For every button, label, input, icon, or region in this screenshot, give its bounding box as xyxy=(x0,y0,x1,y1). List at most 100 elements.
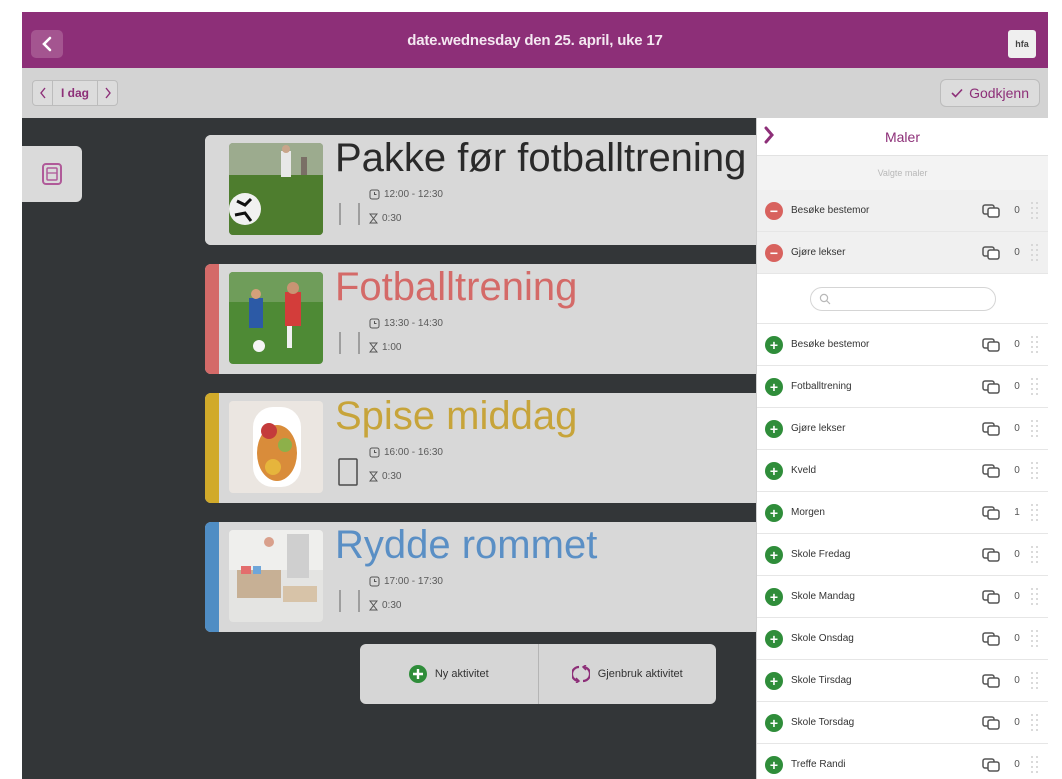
add-template-icon[interactable]: + xyxy=(765,629,783,648)
template-count: 0 xyxy=(1014,381,1020,392)
activity-duration: 0:30 xyxy=(369,213,401,224)
clock-icon xyxy=(369,576,380,587)
add-template-icon[interactable]: + xyxy=(765,671,783,690)
approve-label: Godkjenn xyxy=(969,85,1029,101)
templates-panel: Maler Valgte maler − Besøke bestemor 0− Gjø… xyxy=(756,118,1048,779)
activity-duration: 1:00 xyxy=(369,342,401,353)
template-row[interactable]: + Kveld 0 xyxy=(757,450,1048,492)
chevron-right-icon xyxy=(104,87,111,99)
template-row[interactable]: + Skole Fredag 0 xyxy=(757,534,1048,576)
color-stripe xyxy=(205,135,219,245)
drag-handle-icon[interactable] xyxy=(1030,586,1040,608)
remove-template-icon[interactable]: − xyxy=(765,243,783,262)
selected-templates-header: Valgte maler xyxy=(757,156,1048,190)
drag-handle-icon[interactable] xyxy=(1030,502,1040,524)
template-label: Skole Mandag xyxy=(791,591,855,602)
hourglass-icon xyxy=(369,342,378,353)
copy-icon xyxy=(982,463,1000,478)
activity-image xyxy=(229,401,323,493)
time-range: 17:00 - 17:30 xyxy=(384,576,443,587)
add-template-icon[interactable]: + xyxy=(765,503,783,522)
template-label: Treffe Randi xyxy=(791,759,846,770)
add-template-icon[interactable]: + xyxy=(765,377,783,396)
time-range: 12:00 - 12:30 xyxy=(384,189,443,200)
search-field[interactable] xyxy=(809,286,996,311)
template-search xyxy=(757,274,1048,324)
template-count: 0 xyxy=(1014,247,1020,258)
template-count: 1 xyxy=(1014,507,1020,518)
available-templates-list: + Besøke bestemor 0 + Fotballtrening 0 + Gjøre … xyxy=(757,324,1048,779)
add-template-icon[interactable]: + xyxy=(765,587,783,606)
drag-handle-icon[interactable] xyxy=(1030,544,1040,566)
time-range: 13:30 - 14:30 xyxy=(384,318,443,329)
hourglass-icon xyxy=(369,213,378,224)
template-row[interactable]: + Treffe Randi 0 xyxy=(757,744,1048,779)
add-template-icon[interactable]: + xyxy=(765,419,783,438)
add-template-icon[interactable]: + xyxy=(765,755,783,774)
activity-card[interactable]: Rydde rommet 17:00 - 17:30 0:30 xyxy=(205,522,765,632)
color-stripe xyxy=(205,522,219,632)
drag-handle-icon[interactable] xyxy=(1030,376,1040,398)
search-icon xyxy=(819,293,830,304)
template-row[interactable]: + Gjøre lekser 0 xyxy=(757,408,1048,450)
drag-handle-icon[interactable] xyxy=(1030,460,1040,482)
add-template-icon[interactable]: + xyxy=(765,461,783,480)
copy-icon xyxy=(982,631,1000,646)
drag-handle-icon[interactable] xyxy=(1030,334,1040,356)
chevron-left-icon xyxy=(39,87,46,99)
app-header: date.wednesday den 25. april, uke 17 hfa xyxy=(22,12,1048,68)
add-template-icon[interactable]: + xyxy=(765,713,783,732)
template-row[interactable]: + Skole Mandag 0 xyxy=(757,576,1048,618)
copy-icon xyxy=(982,203,1000,218)
activity-card[interactable]: Spise middag 16:00 - 16:30 0:30 xyxy=(205,393,765,503)
template-row[interactable]: + Besøke bestemor 0 xyxy=(757,324,1048,366)
reuse-activity-button[interactable]: Gjenbruk aktivitet xyxy=(537,644,717,704)
copy-icon xyxy=(982,245,1000,260)
back-button[interactable] xyxy=(31,30,63,58)
selected-template-row[interactable]: − Besøke bestemor 0 xyxy=(757,190,1048,232)
drag-handle-icon[interactable] xyxy=(1030,754,1040,776)
hourglass-icon xyxy=(369,600,378,611)
next-day-button[interactable] xyxy=(97,81,117,105)
today-button[interactable]: I dag xyxy=(53,81,97,105)
activity-list: Pakke før fotballtrening 12:00 - 12:30 0… xyxy=(22,118,765,779)
template-row[interactable]: + Skole Tirsdag 0 xyxy=(757,660,1048,702)
template-label: Gjøre lekser xyxy=(791,423,846,434)
drag-handle-icon[interactable] xyxy=(1030,418,1040,440)
drag-handle-icon[interactable] xyxy=(1030,242,1040,264)
reuse-icon xyxy=(571,665,590,683)
activity-title: Spise middag xyxy=(335,394,578,438)
template-row[interactable]: + Skole Onsdag 0 xyxy=(757,618,1048,660)
drag-handle-icon[interactable] xyxy=(1030,200,1040,222)
add-template-icon[interactable]: + xyxy=(765,545,783,564)
template-row[interactable]: + Fotballtrening 0 xyxy=(757,366,1048,408)
add-template-icon[interactable]: + xyxy=(765,335,783,354)
template-count: 0 xyxy=(1014,633,1020,644)
time-range: 16:00 - 16:30 xyxy=(384,447,443,458)
drag-handle-icon[interactable] xyxy=(1030,670,1040,692)
template-row[interactable]: + Morgen 1 xyxy=(757,492,1048,534)
selected-template-row[interactable]: − Gjøre lekser 0 xyxy=(757,232,1048,274)
drag-handle-icon[interactable] xyxy=(1030,628,1040,650)
activity-card[interactable]: Fotballtrening 13:30 - 14:30 1:00 xyxy=(205,264,765,374)
template-row[interactable]: + Skole Torsdag 0 xyxy=(757,702,1048,744)
user-badge[interactable]: hfa xyxy=(1008,30,1036,58)
duration-value: 1:00 xyxy=(382,342,402,353)
activity-time: 16:00 - 16:30 xyxy=(369,447,443,458)
copy-icon xyxy=(982,673,1000,688)
activity-actions: Ny aktivitet Gjenbruk aktivitet xyxy=(360,644,716,704)
search-input[interactable] xyxy=(832,289,983,308)
activity-image xyxy=(229,143,323,235)
drag-handle-icon[interactable] xyxy=(1030,712,1040,734)
chevron-right-icon[interactable] xyxy=(763,126,775,144)
new-activity-button[interactable]: Ny aktivitet xyxy=(360,644,538,704)
activity-image xyxy=(229,530,323,622)
previous-day-button[interactable] xyxy=(33,81,53,105)
activity-title: Fotballtrening xyxy=(335,265,578,309)
remove-template-icon[interactable]: − xyxy=(765,201,783,220)
copy-icon xyxy=(982,547,1000,562)
approve-button[interactable]: Godkjenn xyxy=(940,79,1040,107)
side-menu-toggle[interactable] xyxy=(22,146,82,202)
activity-card[interactable]: Pakke før fotballtrening 12:00 - 12:30 0… xyxy=(205,135,765,245)
copy-icon xyxy=(982,505,1000,520)
